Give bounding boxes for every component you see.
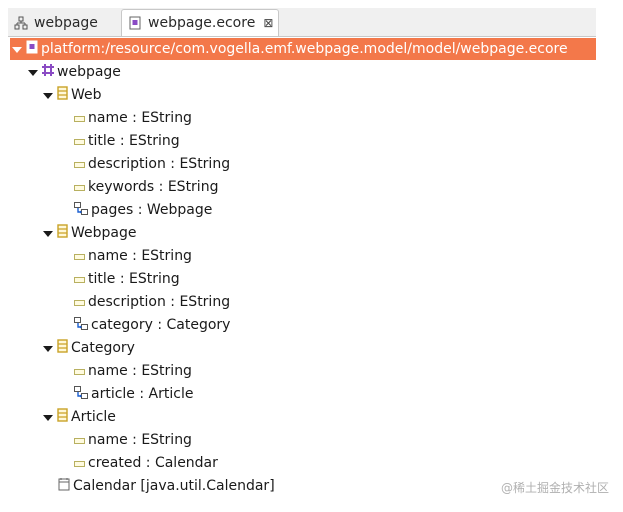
epackage-icon [42, 64, 54, 80]
tab-webpage[interactable]: webpage [8, 11, 118, 35]
ecore-file-icon [128, 16, 142, 30]
eattribute-icon [74, 294, 85, 310]
tree-item-attribute[interactable]: name : EString [10, 429, 192, 451]
tree-item-datatype[interactable]: Calendar [java.util.Calendar] [10, 475, 275, 497]
tree-item-reference-label: category : Category [91, 317, 231, 333]
tree-item-class-label: Webpage [71, 225, 137, 241]
watermark: @稀土掘金技术社区 [500, 481, 609, 495]
tree-item-package[interactable]: webpage [10, 61, 121, 83]
eclass-icon [57, 224, 68, 242]
tree-item-datatype-label: Calendar [java.util.Calendar] [73, 478, 275, 494]
tree-item-reference[interactable]: pages : Webpage [10, 199, 212, 221]
tab-webpage-label: webpage [34, 15, 98, 31]
tree-item-package-label: webpage [57, 64, 121, 80]
tree-item-attribute[interactable]: name : EString [10, 107, 192, 129]
tree-item-class[interactable]: Web [10, 84, 102, 106]
tree-item-class-label: Article [71, 409, 116, 425]
eattribute-icon [74, 110, 85, 126]
ereference-icon [74, 201, 88, 219]
tree-item-resource[interactable]: platform:/resource/com.vogella.emf.webpa… [10, 38, 596, 60]
expand-toggle-icon[interactable] [43, 228, 53, 238]
ereference-icon [74, 385, 88, 403]
ereference-icon [74, 316, 88, 334]
tree-item-attribute-label: description : EString [88, 294, 231, 310]
tree-item-attribute-label: title : EString [88, 133, 180, 149]
tree-item-attribute-label: description : EString [88, 156, 231, 172]
ecore-resource-icon [26, 40, 38, 58]
tree-item-attribute[interactable]: name : EString [10, 360, 192, 382]
tree-item-attribute-label: name : EString [88, 363, 192, 379]
expand-toggle-icon[interactable] [28, 67, 38, 77]
tree-item-class-label: Web [71, 87, 102, 103]
tree-item-attribute[interactable]: name : EString [10, 245, 192, 267]
edatatype-icon [58, 477, 70, 495]
eattribute-icon [74, 455, 85, 471]
expand-toggle-icon[interactable] [43, 90, 53, 100]
tree-item-attribute[interactable]: keywords : EString [10, 176, 218, 198]
tree-item-resource-label: platform:/resource/com.vogella.emf.webpa… [41, 41, 568, 57]
tree-item-attribute-label: name : EString [88, 110, 192, 126]
tree-item-class[interactable]: Category [10, 337, 135, 359]
tree-item-attribute-label: keywords : EString [88, 179, 219, 195]
tree-item-attribute[interactable]: title : EString [10, 130, 180, 152]
tab-webpage-ecore-label: webpage.ecore [148, 15, 256, 31]
tree-item-attribute-label: created : Calendar [88, 455, 218, 471]
tree-item-attribute[interactable]: description : EString [10, 153, 230, 175]
editor-tab-bar: webpage webpage.ecore ⊠ [8, 8, 596, 37]
tree-item-class[interactable]: Article [10, 406, 116, 428]
eattribute-icon [74, 179, 85, 195]
tree-item-reference[interactable]: category : Category [10, 314, 230, 336]
tree-item-reference-label: article : Article [91, 386, 194, 402]
eclass-icon [57, 339, 68, 357]
eattribute-icon [74, 363, 85, 379]
tree-item-reference-label: pages : Webpage [91, 202, 213, 218]
tab-webpage-ecore[interactable]: webpage.ecore ⊠ [121, 9, 279, 36]
eattribute-icon [74, 271, 85, 287]
eattribute-icon [74, 156, 85, 172]
expand-toggle-icon[interactable] [43, 343, 53, 353]
expand-toggle-icon[interactable] [12, 44, 22, 54]
expand-toggle-icon[interactable] [43, 412, 53, 422]
tree-item-class-label: Category [71, 340, 135, 356]
tree-item-attribute-label: name : EString [88, 432, 192, 448]
eclass-icon [57, 408, 68, 426]
eattribute-icon [74, 432, 85, 448]
tree-item-attribute-label: name : EString [88, 248, 192, 264]
eattribute-icon [74, 133, 85, 149]
tree-item-attribute[interactable]: description : EString [10, 291, 230, 313]
tree-item-attribute-label: title : EString [88, 271, 180, 287]
eclass-icon [57, 86, 68, 104]
close-tab-icon[interactable]: ⊠ [263, 16, 273, 30]
tree-item-attribute[interactable]: title : EString [10, 268, 180, 290]
tree-item-attribute[interactable]: created : Calendar [10, 452, 218, 474]
tree-item-reference[interactable]: article : Article [10, 383, 193, 405]
tree-item-class[interactable]: Webpage [10, 222, 137, 244]
model-tree-icon [14, 16, 28, 30]
eattribute-icon [74, 248, 85, 264]
